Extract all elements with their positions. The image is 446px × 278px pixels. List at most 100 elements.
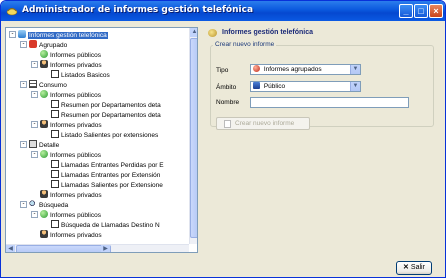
tree-item-label: Consumo (39, 82, 67, 89)
create-report-button-label: Crear nuevo informe (235, 120, 295, 127)
create-report-button[interactable]: Crear nuevo informe (216, 117, 310, 130)
tree-item[interactable]: Consumo (29, 80, 67, 89)
ambito-select[interactable]: Público ▼ (250, 81, 361, 92)
tree-expander-icon[interactable]: - (31, 211, 38, 218)
tree-expander-icon[interactable]: - (20, 201, 27, 208)
document-icon (51, 110, 59, 118)
tree-item[interactable]: Agrupado (29, 40, 67, 49)
tree-item[interactable]: Informes públicos (40, 90, 101, 99)
tree-item-label: Informes privados (50, 122, 102, 129)
tree-expander-icon[interactable]: - (31, 91, 38, 98)
tree-item[interactable]: Informes privados (40, 230, 102, 239)
tree-item-label: Búsqueda (39, 202, 69, 209)
database-icon (18, 30, 26, 38)
document-icon (51, 170, 59, 178)
maximize-button[interactable]: □ (414, 4, 428, 18)
tree-vertical-scrollbar[interactable]: ▲ (189, 28, 197, 244)
exit-button-label: Salir (410, 264, 425, 271)
tree-item[interactable]: Informes públicos (40, 210, 101, 219)
tree-item-label: Informes públicos (50, 152, 101, 159)
person-icon (40, 230, 48, 238)
report-tree[interactable]: - Informes gestión telefónica - Agrupado Inf… (5, 27, 198, 253)
tree-item[interactable]: Informes públicos (40, 50, 101, 59)
tree-item[interactable]: Informes privados (40, 60, 102, 69)
tree-item[interactable]: Listados Basicos (51, 70, 110, 79)
tree-item[interactable]: Búsqueda (29, 200, 68, 209)
tree-item[interactable]: Llamadas Entrantes Perdidas por E (51, 160, 164, 169)
chevron-down-icon[interactable]: ▼ (350, 65, 360, 74)
horizontal-scroll-thumb[interactable] (16, 245, 111, 252)
tree-expander-icon[interactable]: - (20, 141, 27, 148)
phone-icon (208, 29, 217, 37)
document-icon (51, 130, 59, 138)
tree-item[interactable]: Informes privados (40, 190, 102, 199)
panel-header: Informes gestión telefónica (202, 27, 442, 39)
document-icon (51, 220, 59, 228)
tree-expander-icon[interactable]: - (20, 41, 27, 48)
globe-icon (40, 90, 48, 98)
person-icon (40, 190, 48, 198)
minimize-button[interactable]: _ (399, 4, 413, 18)
globe-icon (40, 50, 48, 58)
tree-item-label: Informes públicos (50, 92, 101, 99)
scroll-thumb[interactable] (190, 38, 197, 238)
globe-icon (40, 150, 48, 158)
tree-item-label: Llamadas Salientes por Extensione (61, 182, 163, 189)
exit-button[interactable]: ✕ Salir (396, 261, 432, 275)
scroll-up-icon[interactable]: ▲ (190, 28, 197, 37)
tree-item-label: Detalle (39, 142, 60, 149)
tree-item[interactable]: Listado Salientes por extensiones (51, 130, 158, 139)
tree-item[interactable]: Resumen por Departamentos deta (51, 110, 161, 119)
window-title: Administrador de informes gestión telefó… (22, 5, 254, 15)
tree-item[interactable]: Llamadas Entrantes por Extensión (51, 170, 160, 179)
tree-expander-icon[interactable]: - (31, 61, 38, 68)
close-button[interactable]: × (429, 4, 443, 18)
document-icon (51, 100, 59, 108)
document-icon (51, 70, 59, 78)
app-icon (6, 5, 18, 17)
tree-expander-icon[interactable]: - (9, 31, 16, 38)
report-group-icon (253, 65, 260, 72)
tree-item-label: Informes privados (50, 62, 102, 69)
tree-item-label: Informes privados (50, 232, 102, 239)
tipo-label: Tipo (216, 67, 229, 74)
document-icon (51, 180, 59, 188)
scroll-right-icon[interactable]: ▶ (101, 245, 110, 252)
tree-item[interactable]: Llamadas Salientes por Extensione (51, 180, 163, 189)
scroll-left-icon[interactable]: ◀ (6, 245, 15, 252)
tree-item[interactable]: Informes gestión telefónica (18, 30, 108, 39)
panel-title: Informes gestión telefónica (222, 29, 314, 36)
tree-item-label: Informes gestión telefónica (28, 32, 108, 39)
person-icon (40, 60, 48, 68)
agrupado-icon (29, 40, 37, 48)
ambito-label: Ámbito (216, 84, 237, 91)
tree-item[interactable]: Detalle (29, 140, 59, 149)
title-bar[interactable]: Administrador de informes gestión telefó… (1, 1, 445, 21)
ambito-value: Público (263, 83, 286, 90)
tree-expander-icon[interactable]: - (31, 151, 38, 158)
tree-item[interactable]: Búsqueda de Llamadas Destino N (51, 220, 160, 229)
table-icon (29, 80, 37, 88)
tree-expander-icon[interactable]: - (20, 81, 27, 88)
tree-item[interactable]: Informes privados (40, 120, 102, 129)
tree-item-label: Llamadas Entrantes Perdidas por E (61, 162, 164, 169)
tree-expander-icon[interactable]: - (31, 121, 38, 128)
document-icon (51, 160, 59, 168)
tree-horizontal-scrollbar[interactable]: ◀ ▶ (6, 244, 189, 252)
nombre-field[interactable] (250, 97, 409, 108)
tree-item-label: Listados Basicos (61, 72, 110, 79)
detail-icon (29, 140, 37, 148)
new-document-icon (224, 120, 231, 128)
globe-icon (40, 210, 48, 218)
tipo-select[interactable]: Informes agrupados ▼ (250, 64, 361, 75)
nombre-label: Nombre (216, 99, 240, 106)
person-icon (40, 120, 48, 128)
tree-item[interactable]: Informes públicos (40, 150, 101, 159)
tree-item[interactable]: Resumen por Departamentos deta (51, 100, 161, 109)
tree-item-label: Resumen por Departamentos deta (61, 102, 161, 109)
chevron-down-icon[interactable]: ▼ (350, 82, 360, 91)
close-x-icon: ✕ (403, 264, 409, 271)
main-window: Administrador de informes gestión telefó… (0, 0, 446, 278)
tree-item-label: Informes públicos (50, 212, 101, 219)
create-report-group-title: Crear nuevo informe (213, 41, 277, 48)
